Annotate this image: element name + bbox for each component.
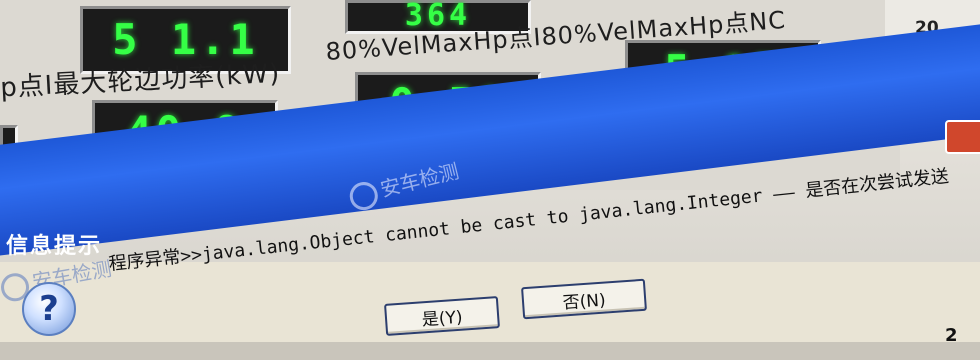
question-icon: ? — [22, 282, 76, 336]
bottom-bar — [0, 342, 980, 360]
label-row2: p点I最大轮边功率(kW) — [0, 58, 281, 104]
close-icon[interactable] — [945, 120, 980, 154]
app-screen: 5 1.1 364 80%VelMaxHp点I80%VelMaxHp点NC 5.… — [0, 0, 980, 360]
